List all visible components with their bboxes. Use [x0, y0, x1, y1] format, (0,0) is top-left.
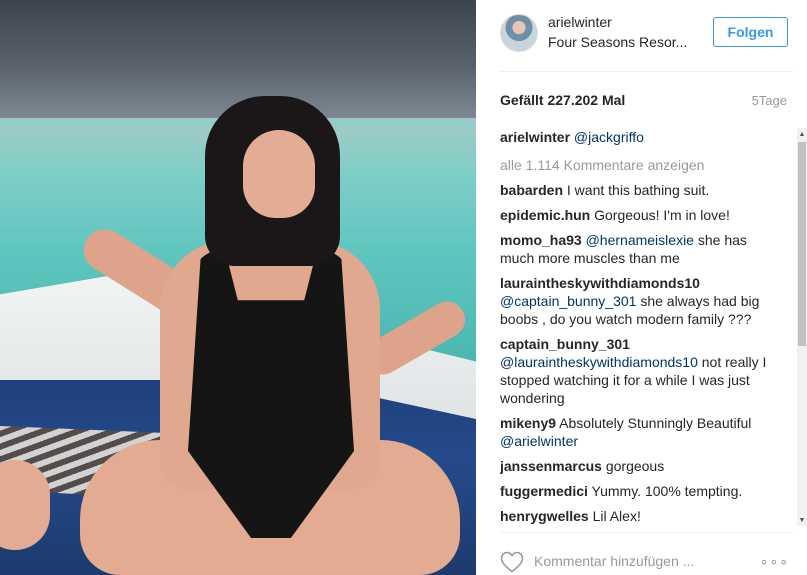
post-side-panel: arielwinter Four Seasons Resor... Folgen… [476, 0, 807, 575]
comment-mention[interactable]: @captain_bunny_301 [500, 293, 636, 309]
follow-button[interactable]: Folgen [713, 17, 788, 47]
list-item: mikeny9 Absolutely Stunningly Beautiful … [500, 414, 780, 450]
comment-text: Yummy. 100% tempting. [591, 483, 743, 499]
comment-text: Gorgeous! I'm in love! [594, 207, 730, 223]
post-header: arielwinter Four Seasons Resor... Folgen [500, 0, 793, 72]
caption-username[interactable]: arielwinter [500, 129, 570, 145]
header-username[interactable]: arielwinter [548, 14, 612, 30]
comment-mention[interactable]: @lauraintheskywithdiamonds10 [500, 354, 698, 370]
comment-mention[interactable]: @hernameislexie [586, 232, 694, 248]
comments-scrollbar[interactable]: ▲ ▼ [797, 128, 807, 526]
heart-icon[interactable] [500, 551, 524, 573]
list-item: epidemic.hun Gorgeous! I'm in love! [500, 206, 780, 224]
comment-text: Lil Alex! [592, 508, 641, 524]
list-item: babarden I want this bathing suit. [500, 181, 780, 199]
comments-list: arielwinter @jackgriffo alle 1.114 Komme… [500, 128, 780, 528]
comment-username[interactable]: fuggermedici [500, 483, 588, 499]
photo-sky [0, 0, 476, 118]
comment-text: I want this bathing suit. [566, 182, 710, 198]
photo-knee [0, 460, 50, 550]
comment-username[interactable]: janssenmarcus [500, 458, 602, 474]
scroll-down-arrow-icon[interactable]: ▼ [797, 514, 807, 526]
likes-count[interactable]: Gefällt 227.202 Mal [500, 92, 625, 108]
comment-username[interactable]: momo_ha93 [500, 232, 582, 248]
scroll-up-arrow-icon[interactable]: ▲ [797, 128, 807, 140]
scrollbar-thumb[interactable] [798, 142, 806, 346]
comment-input[interactable] [534, 550, 724, 572]
more-options-icon[interactable]: ∘∘∘ [760, 553, 789, 570]
list-item: lauraintheskywithdiamonds10 @captain_bun… [500, 274, 780, 328]
view-all-comments-link[interactable]: alle 1.114 Kommentare anzeigen [500, 156, 780, 174]
comment-username[interactable]: babarden [500, 182, 563, 198]
comment-username[interactable]: henrygwelles [500, 508, 589, 524]
comment-text: Absolutely Stunningly Beautiful [559, 415, 752, 431]
list-item: janssenmarcus gorgeous [500, 457, 780, 475]
caption-mention[interactable]: @jackgriffo [574, 129, 644, 145]
comment-text: gorgeous [605, 458, 665, 474]
avatar[interactable] [500, 14, 538, 52]
list-item: momo_ha93 @hernameislexie she has much m… [500, 231, 780, 267]
post-footer: ∘∘∘ [500, 532, 793, 575]
post-age[interactable]: 5Tage [752, 93, 787, 108]
comment-username[interactable]: mikeny9 [500, 415, 556, 431]
caption: arielwinter @jackgriffo [500, 128, 780, 149]
comment-username[interactable]: captain_bunny_301 [500, 336, 630, 352]
comment-username[interactable]: epidemic.hun [500, 207, 590, 223]
comment-username[interactable]: lauraintheskywithdiamonds10 [500, 275, 700, 291]
comment-mention[interactable]: @arielwinter [500, 433, 578, 449]
post-photo[interactable] [0, 0, 476, 575]
photo-face [243, 130, 315, 218]
list-item: captain_bunny_301 @lauraintheskywithdiam… [500, 335, 780, 407]
header-location[interactable]: Four Seasons Resor... [548, 34, 698, 50]
list-item: fuggermedici Yummy. 100% tempting. [500, 482, 780, 500]
list-item: henrygwelles Lil Alex! [500, 507, 780, 525]
